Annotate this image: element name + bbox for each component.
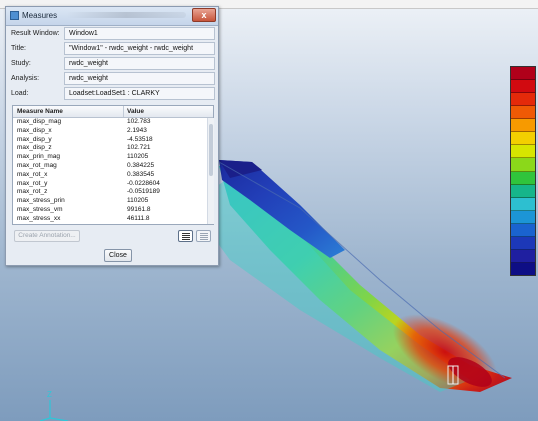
- column-header-value[interactable]: Value: [127, 108, 144, 115]
- coordinate-triad: Z: [39, 390, 69, 421]
- measure-value: 110205: [127, 153, 149, 161]
- list-view-icon: [182, 233, 190, 240]
- measure-name: max_prin_mag: [17, 153, 60, 161]
- list-view-button[interactable]: [178, 230, 193, 242]
- field-analysis: Analysis: rwdc_weight: [8, 72, 218, 86]
- table-body: max_disp_mag 102.783 max_disp_x 2.1943 max…: [13, 118, 207, 224]
- legend-band: [511, 119, 535, 133]
- legend-band: [511, 236, 535, 250]
- field-study: Study: rwdc_weight: [8, 57, 218, 71]
- column-divider: [123, 106, 124, 117]
- legend-band: [511, 249, 535, 263]
- create-annotation-button[interactable]: Create Annotation...: [14, 230, 80, 242]
- legend-band: [511, 158, 535, 172]
- legend-band: [511, 132, 535, 146]
- measure-name: max_stress_prin: [17, 197, 65, 205]
- measures-dialog[interactable]: Measures x Result Window: Window1 Title:…: [5, 6, 219, 266]
- blurred-title-text: [66, 12, 186, 18]
- table-row[interactable]: max_prin_mag 110205: [13, 153, 207, 162]
- fringe-legend: [510, 66, 536, 276]
- field-value[interactable]: Loadset:LoadSet1 : CLARKY: [64, 87, 215, 100]
- dialog-title: Measures: [22, 11, 58, 20]
- table-row[interactable]: max_stress_vm 99161.8: [13, 206, 207, 215]
- measure-value: 110205: [127, 197, 149, 205]
- table-row[interactable]: max_disp_y -4.53518: [13, 136, 207, 145]
- table-row[interactable]: max_disp_x 2.1943: [13, 127, 207, 136]
- triad-z-label: Z: [47, 390, 52, 399]
- measure-name: max_rot_mag: [17, 162, 57, 169]
- field-label: Study:: [11, 60, 31, 67]
- measure-name: max_rot_x: [17, 170, 48, 178]
- measure-name: max_disp_y: [17, 135, 52, 143]
- field-result-window: Result Window: Window1: [8, 27, 218, 41]
- measure-name: max_disp_x: [17, 126, 52, 134]
- detail-view-icon: [200, 233, 208, 240]
- legend-band: [511, 80, 535, 94]
- legend-band: [511, 145, 535, 159]
- column-header-name[interactable]: Measure Name: [17, 108, 63, 115]
- detail-view-button[interactable]: [196, 230, 211, 242]
- measure-value: 0.384225: [127, 162, 155, 169]
- field-value[interactable]: rwdc_weight: [64, 57, 215, 70]
- legend-band: [511, 67, 535, 81]
- measure-value: 102.721: [127, 144, 151, 152]
- table-row[interactable]: max_disp_z 102.721: [13, 144, 207, 153]
- measure-value: 0.383545: [127, 170, 155, 178]
- measures-icon: [10, 11, 19, 20]
- legend-band: [511, 210, 535, 224]
- measure-value: 2.1943: [127, 126, 147, 134]
- measure-name: max_stress_xx: [17, 214, 61, 222]
- measure-value: 99161.8: [127, 206, 151, 213]
- table-row[interactable]: max_stress_xx 46111.8: [13, 215, 207, 224]
- table-vertical-scrollbar[interactable]: [207, 118, 214, 224]
- field-value[interactable]: rwdc_weight: [64, 72, 215, 85]
- measures-table[interactable]: Measure Name Value max_disp_mag 102.783 m…: [12, 105, 214, 225]
- window-close-button[interactable]: x: [192, 8, 216, 22]
- measure-value: -4.53518: [127, 135, 153, 143]
- scrollbar-thumb[interactable]: [209, 124, 213, 176]
- legend-band: [511, 262, 535, 275]
- legend-band: [511, 93, 535, 107]
- legend-band: [511, 184, 535, 198]
- measure-value: -0.0519189: [127, 188, 160, 196]
- measure-name: max_disp_z: [17, 144, 52, 152]
- legend-band: [511, 171, 535, 185]
- field-load: Load: Loadset:LoadSet1 : CLARKY: [8, 87, 218, 101]
- field-value[interactable]: "Window1" - rwdc_weight - rwdc_weight: [64, 42, 215, 55]
- field-title: Title: "Window1" - rwdc_weight - rwdc_we…: [8, 42, 218, 56]
- measure-value: -0.0228604: [127, 179, 160, 187]
- measure-name: max_disp_mag: [17, 118, 62, 125]
- table-row[interactable]: max_stress_prin 110205: [13, 197, 207, 206]
- field-label: Load:: [11, 90, 29, 97]
- legend-band: [511, 197, 535, 211]
- measure-name: max_rot_y: [17, 179, 48, 187]
- table-row[interactable]: max_disp_mag 102.783: [13, 118, 207, 127]
- table-row[interactable]: max_rot_x 0.383545: [13, 171, 207, 180]
- dialog-titlebar[interactable]: Measures x: [6, 7, 218, 26]
- measure-value: 46111.8: [127, 214, 150, 222]
- close-button[interactable]: Close: [104, 249, 132, 262]
- legend-band: [511, 223, 535, 237]
- measure-name: max_rot_z: [17, 188, 48, 196]
- table-row[interactable]: max_rot_mag 0.384225: [13, 162, 207, 171]
- field-label: Analysis:: [11, 75, 40, 82]
- field-value[interactable]: Window1: [64, 27, 215, 40]
- field-label: Title:: [11, 45, 26, 52]
- table-row[interactable]: max_rot_z -0.0519189: [13, 188, 207, 197]
- measure-value: 102.783: [127, 118, 151, 125]
- field-label: Result Window:: [11, 30, 60, 37]
- measure-name: max_stress_vm: [17, 206, 63, 213]
- table-row[interactable]: max_rot_y -0.0228604: [13, 180, 207, 189]
- legend-band: [511, 106, 535, 120]
- table-header: Measure Name Value: [13, 106, 213, 118]
